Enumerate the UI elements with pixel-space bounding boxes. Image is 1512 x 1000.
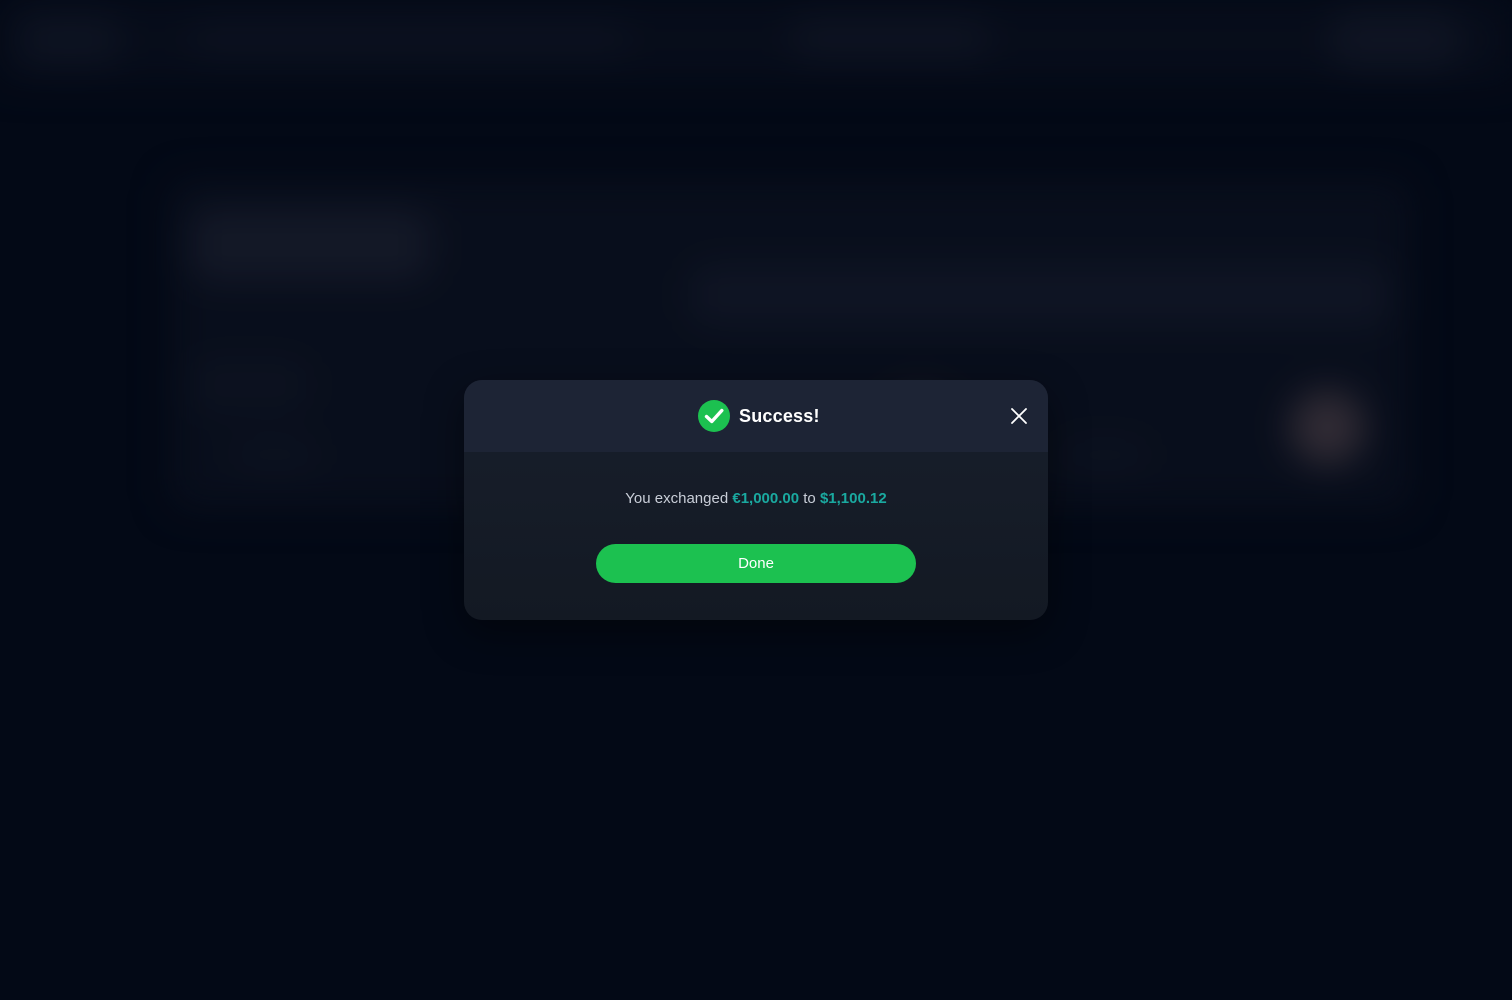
close-icon — [1011, 408, 1027, 424]
close-button[interactable] — [1007, 404, 1031, 428]
dialog-header: Success! — [464, 380, 1048, 452]
message-connector: to — [803, 490, 816, 507]
done-button[interactable]: Done — [596, 544, 916, 583]
dialog-title: Success! — [739, 405, 820, 426]
exchange-message: You exchanged €1,000.00 to $1,100.12 — [464, 488, 1048, 510]
success-dialog: Success! You exchanged €1,000.00 to $1,1… — [464, 380, 1048, 620]
from-amount: €1,000.00 — [732, 490, 800, 507]
to-amount: $1,100.12 — [819, 490, 887, 507]
message-prefix: You exchanged — [625, 490, 729, 507]
check-circle-icon — [698, 400, 730, 432]
dialog-title-group: Success! — [698, 400, 820, 432]
